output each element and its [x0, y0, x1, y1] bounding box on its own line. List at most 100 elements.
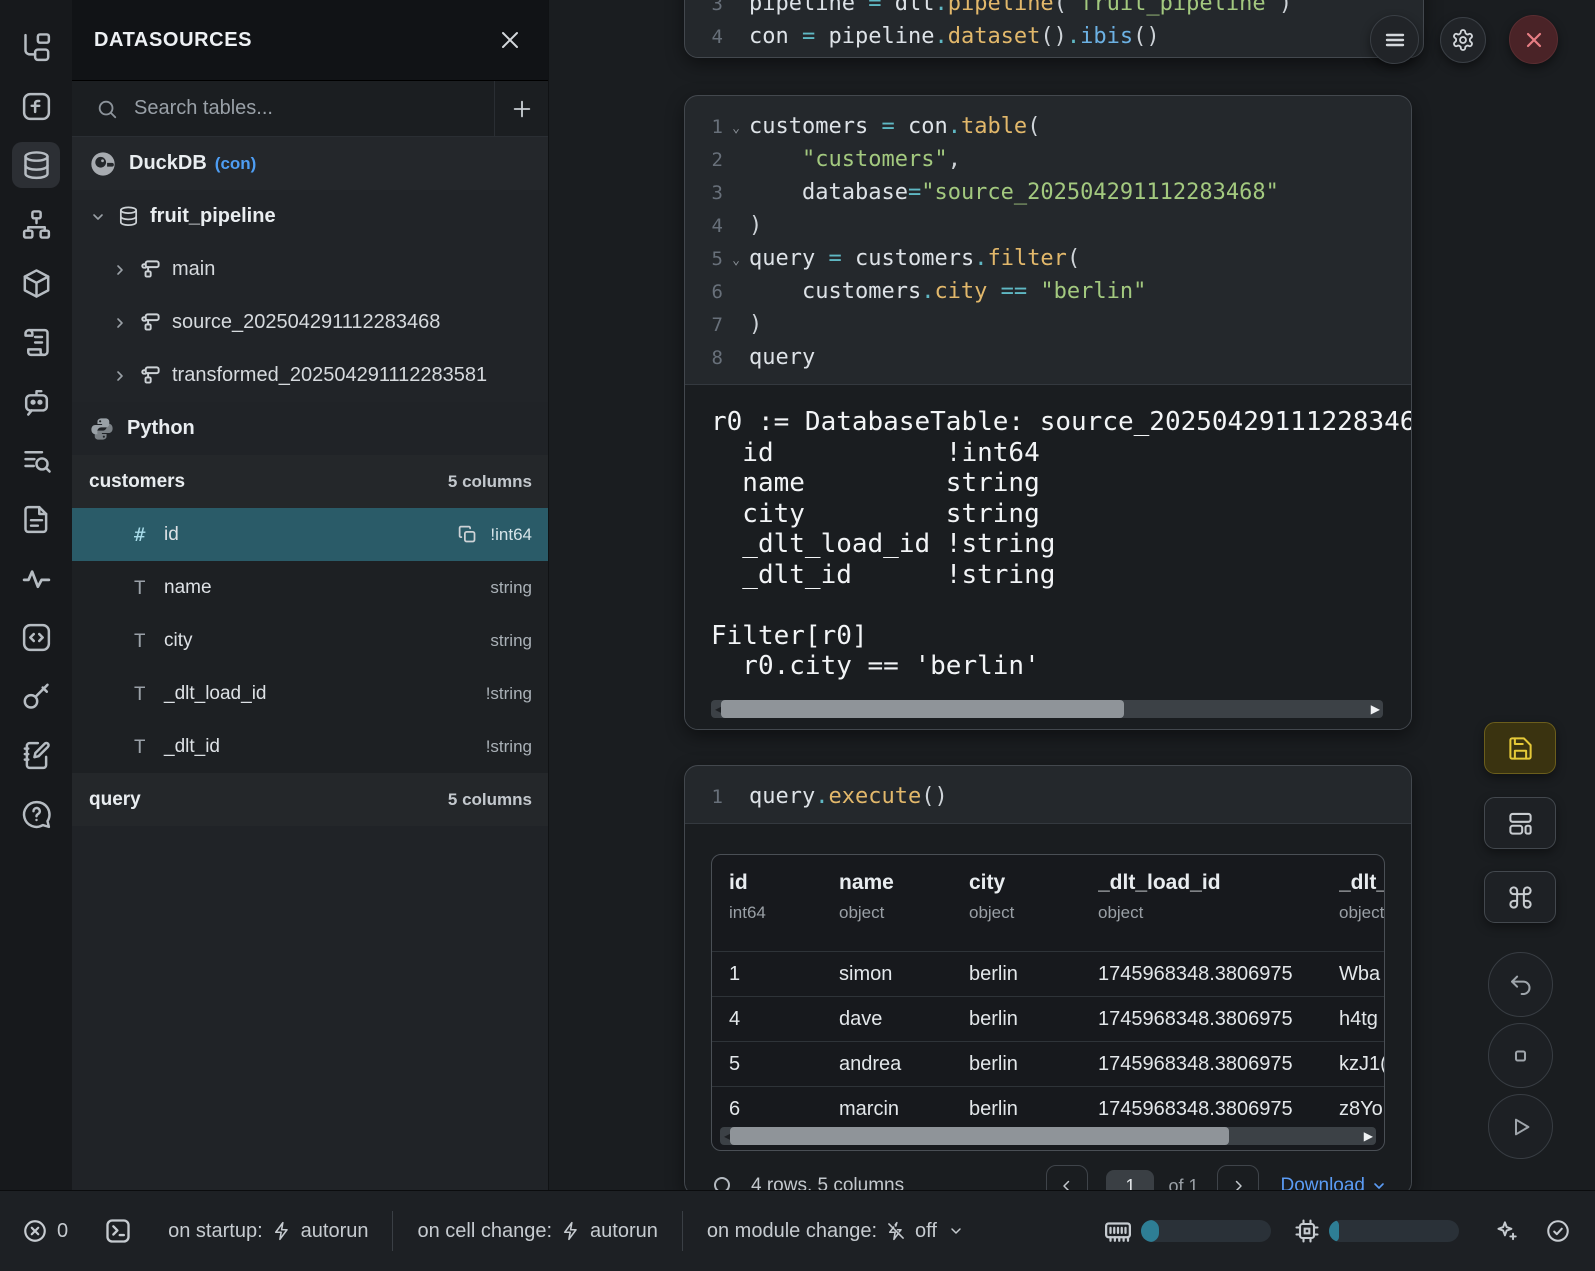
scrollbar-thumb[interactable]: [730, 1127, 1229, 1145]
on-startup-setting[interactable]: on startup: autorun: [168, 1220, 368, 1243]
scrollbar-thumb[interactable]: [721, 700, 1124, 718]
lightning-icon: [561, 1221, 581, 1241]
chevron-right-icon[interactable]: [112, 262, 128, 278]
tree-item-source_202504291112283468[interactable]: source_202504291112283468: [72, 296, 548, 349]
table-row[interactable]: 4daveberlin1745968348.3806975h4tg: [712, 996, 1384, 1041]
column-row-id[interactable]: #id!int64: [72, 508, 548, 561]
activity-bar-file-text-icon[interactable]: [12, 496, 60, 542]
code-line[interactable]: 5⌄query = customers.filter(: [685, 242, 1411, 275]
table-row[interactable]: 1simonberlin1745968348.3806975Wba: [712, 951, 1384, 996]
stop-button[interactable]: [1488, 1023, 1553, 1088]
tree-item-fruit_pipeline[interactable]: fruit_pipeline: [72, 190, 548, 243]
code-line[interactable]: 7): [685, 308, 1411, 341]
add-datasource-button[interactable]: [494, 81, 548, 136]
activity-bar-code-box-icon[interactable]: [12, 614, 60, 660]
table-row[interactable]: 6marcinberlin1745968348.3806975z8Yo: [712, 1086, 1384, 1131]
activity-bar-org-chart-icon[interactable]: [12, 201, 60, 247]
activity-bar-database-icon[interactable]: [12, 142, 60, 188]
sparkles-icon[interactable]: [1493, 1218, 1519, 1244]
tree-item-transformed_202504291112283581[interactable]: transformed_202504291112283581: [72, 349, 548, 402]
chevron-right-icon[interactable]: [112, 368, 128, 384]
error-indicator[interactable]: 0: [22, 1218, 68, 1244]
code-line[interactable]: 6 customers.city == "berlin": [685, 275, 1411, 308]
code-line[interactable]: 3pipeline = dlt.pipeline("fruit_pipeline…: [685, 0, 1423, 20]
line-number: 2: [685, 149, 723, 171]
result-table-body: 1simonberlin1745968348.3806975Wba4davebe…: [712, 951, 1384, 1131]
activity-bar-function-box-icon[interactable]: [12, 83, 60, 129]
code-line[interactable]: 2 "customers",: [685, 143, 1411, 176]
table-cell: 1745968348.3806975: [1098, 1008, 1339, 1031]
scroll-right-arrow[interactable]: ▶: [1371, 701, 1380, 717]
python-section-row[interactable]: Python: [72, 402, 548, 455]
table-cell: marcin: [839, 1098, 969, 1121]
chevron-down-icon[interactable]: [90, 209, 106, 225]
table-header-name[interactable]: nameobject: [839, 871, 969, 951]
chevron-right-icon[interactable]: [112, 315, 128, 331]
shutdown-button[interactable]: [1509, 15, 1558, 64]
table-cell: berlin: [969, 1098, 1098, 1121]
search-input[interactable]: [132, 96, 494, 121]
column-row-name[interactable]: Tnamestring: [72, 561, 548, 614]
table-cell: 6: [729, 1098, 839, 1121]
command-button[interactable]: [1484, 871, 1556, 923]
table-horizontal-scrollbar[interactable]: ◀ ▶: [720, 1127, 1376, 1145]
close-panel-icon[interactable]: [498, 28, 522, 52]
connection-row[interactable]: DuckDB (con): [72, 137, 548, 190]
on-module-change-setting[interactable]: on module change: off: [707, 1220, 964, 1243]
code-line[interactable]: 8query: [685, 341, 1411, 374]
fold-chevron-icon[interactable]: ⌄: [723, 249, 749, 268]
column-row-_dlt_id[interactable]: T_dlt_id!string: [72, 720, 548, 773]
code-cell-execute[interactable]: 1query.execute() idint64nameobjectcityob…: [684, 765, 1412, 1196]
save-button[interactable]: [1484, 722, 1556, 774]
layout-button[interactable]: [1484, 797, 1556, 849]
activity-bar-bot-icon[interactable]: [12, 378, 60, 424]
column-name: city: [164, 630, 490, 652]
activity-bar-flow-tree-icon[interactable]: [12, 24, 60, 70]
column-list: #id!int64TnamestringTcitystringT_dlt_loa…: [72, 508, 548, 773]
on-cell-change-label: on cell change:: [417, 1220, 552, 1243]
table-row[interactable]: 5andreaberlin1745968348.3806975kzJ1(: [712, 1041, 1384, 1086]
fold-chevron-icon[interactable]: ⌄: [723, 117, 749, 136]
table-name: customers: [89, 471, 185, 493]
activity-bar-package-icon[interactable]: [12, 260, 60, 306]
activity-bar-list-search-icon[interactable]: [12, 437, 60, 483]
table-header-_dlt_id[interactable]: _dlt_idobject: [1339, 871, 1385, 951]
activity-bar-notebook-pen-icon[interactable]: [12, 732, 60, 778]
copy-icon[interactable]: [457, 524, 478, 545]
column-row-city[interactable]: Tcitystring: [72, 614, 548, 667]
activity-bar-scroll-icon[interactable]: [12, 319, 60, 365]
activity-bar-help-chat-icon[interactable]: [12, 791, 60, 837]
code-cell-query[interactable]: 1⌄customers = con.table(2 "customers",3 …: [684, 95, 1412, 730]
column-row-_dlt_load_id[interactable]: T_dlt_load_id!string: [72, 667, 548, 720]
settings-button[interactable]: [1440, 17, 1486, 63]
undo-button[interactable]: [1488, 952, 1553, 1017]
code-line[interactable]: 1query.execute(): [685, 780, 1411, 813]
code-line[interactable]: 4): [685, 209, 1411, 242]
on-cell-change-setting[interactable]: on cell change: autorun: [417, 1220, 657, 1243]
activity-bar-key-icon[interactable]: [12, 673, 60, 719]
on-cell-change-value: autorun: [590, 1220, 658, 1243]
cell-menu-button[interactable]: [1370, 15, 1419, 64]
code-line[interactable]: 1⌄customers = con.table(: [685, 110, 1411, 143]
table-header-city[interactable]: cityobject: [969, 871, 1098, 951]
table-header-_dlt_load_id[interactable]: _dlt_load_idobject: [1098, 871, 1339, 951]
table-row-customers[interactable]: customers 5 columns: [72, 455, 548, 508]
on-module-change-value: off: [915, 1220, 937, 1243]
schema-tree: fruit_pipelinemainsource_202504291112283…: [72, 190, 548, 402]
datasources-header: DATASOURCES: [72, 0, 548, 81]
circle-x-icon: [22, 1218, 48, 1244]
scroll-right-arrow[interactable]: ▶: [1364, 1128, 1373, 1144]
table-header-id[interactable]: idint64: [729, 871, 839, 951]
table-row-query[interactable]: query 5 columns: [72, 773, 548, 826]
check-circle-icon[interactable]: [1545, 1218, 1571, 1244]
output-horizontal-scrollbar[interactable]: ◀ ▶: [711, 700, 1383, 718]
code-cell-setup[interactable]: 3pipeline = dlt.pipeline("fruit_pipeline…: [684, 0, 1424, 58]
terminal-icon[interactable]: [104, 1217, 132, 1245]
line-number: 4: [685, 215, 723, 237]
column-name: name: [164, 577, 490, 599]
code-line[interactable]: 4con = pipeline.dataset().ibis(): [685, 20, 1423, 53]
run-button[interactable]: [1488, 1094, 1553, 1159]
tree-item-main[interactable]: main: [72, 243, 548, 296]
code-line[interactable]: 3 database="source_202504291112283468": [685, 176, 1411, 209]
activity-bar-activity-icon[interactable]: [12, 555, 60, 601]
